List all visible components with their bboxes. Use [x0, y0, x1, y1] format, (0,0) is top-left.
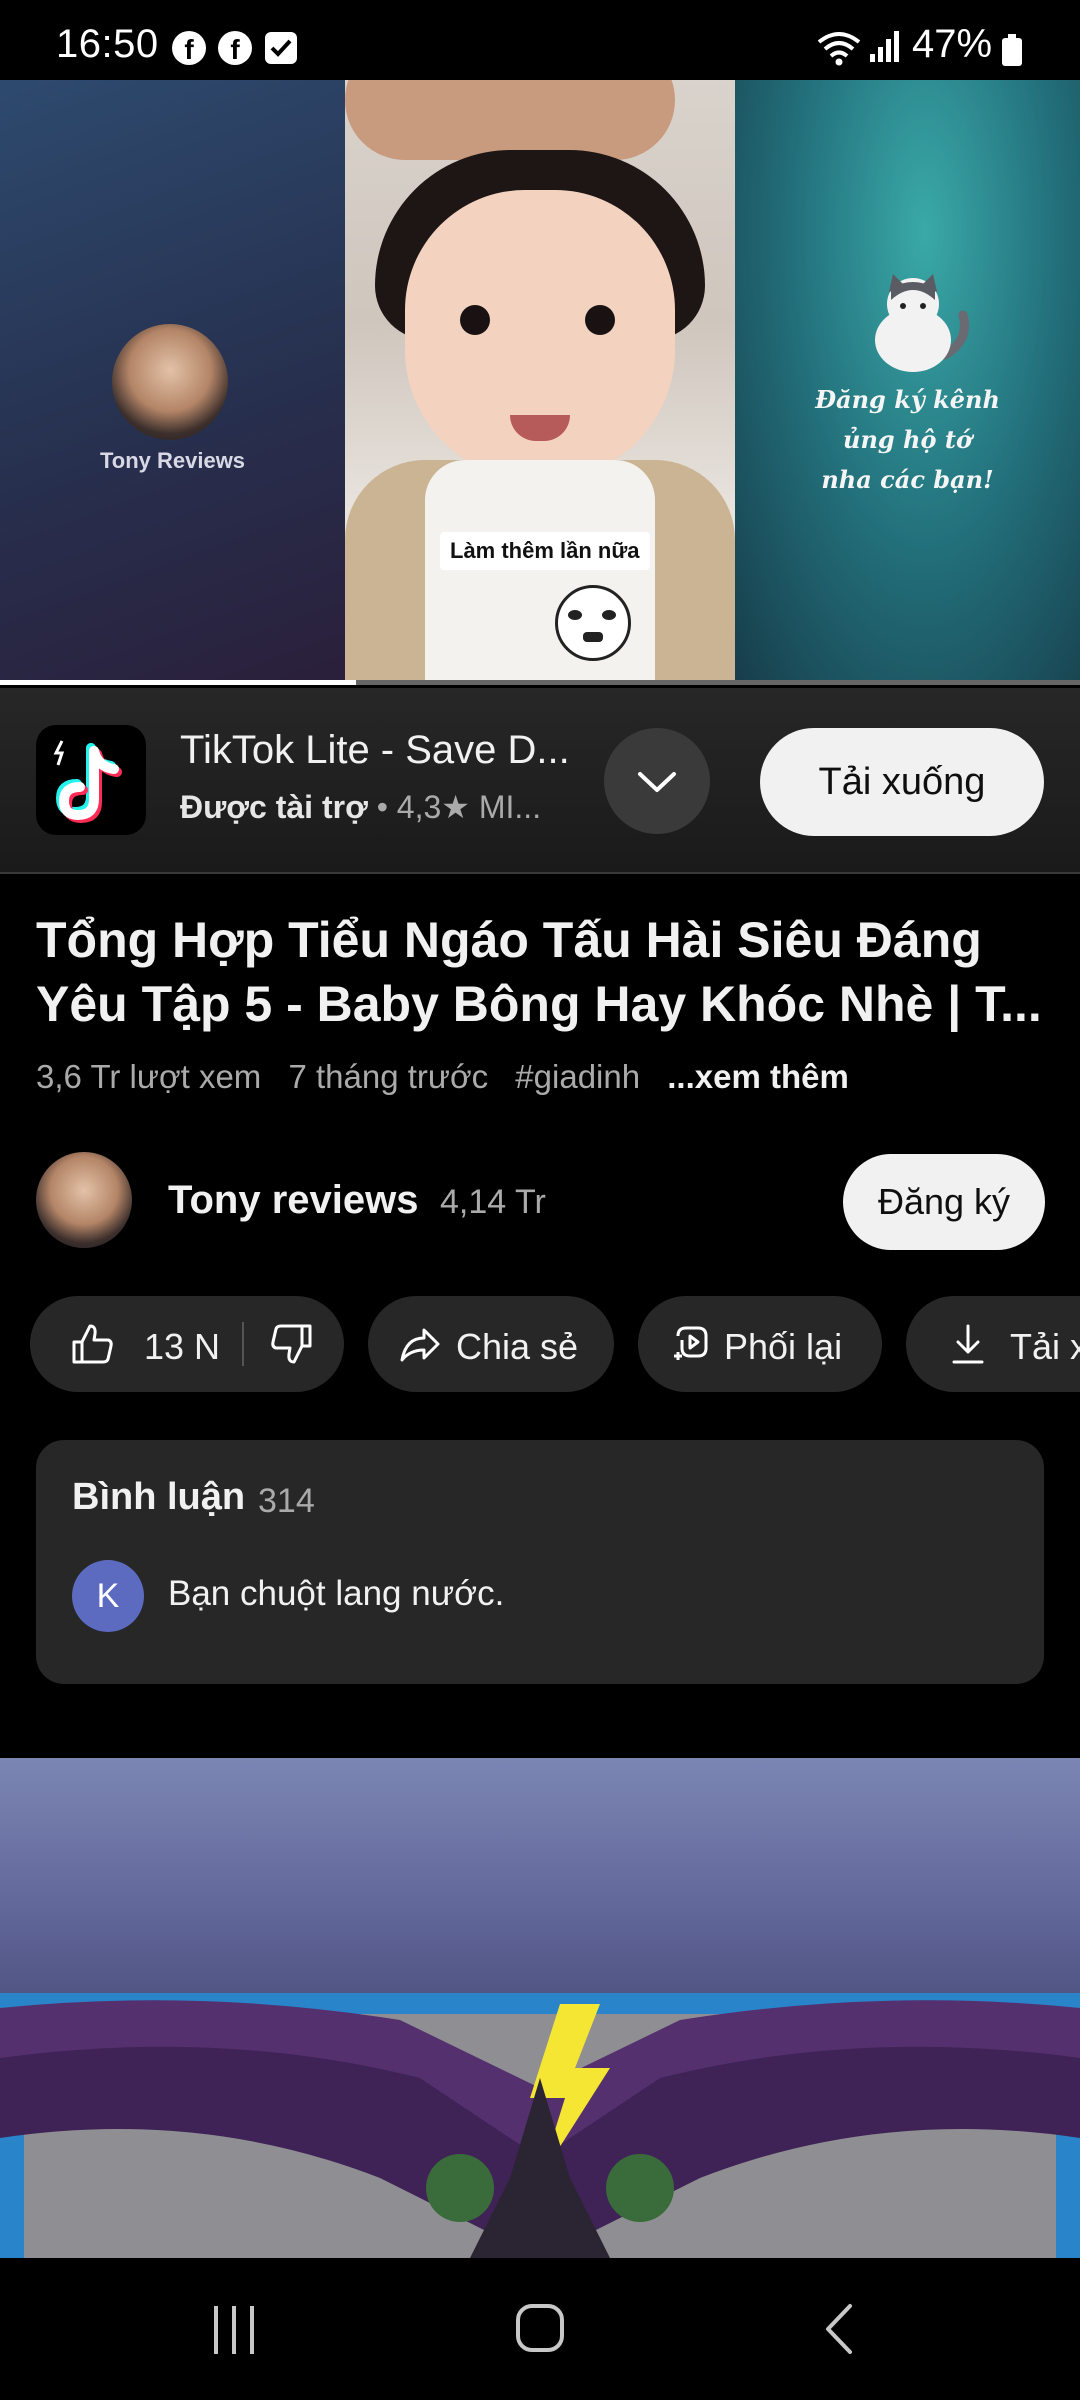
signal-icon [868, 28, 900, 69]
subscriber-count: 4,14 Tr [440, 1183, 546, 1221]
video-channel-label: Tony Reviews [99, 448, 246, 473]
subscribe-message-line-1: Đăng ký kênh [815, 385, 1000, 414]
share-button[interactable]: Chia sẻ [368, 1296, 614, 1392]
top-comment-text: Bạn chuột lang nước. [168, 1574, 505, 1613]
video-right-panel: Đăng ký kênh ủng hộ tớ nha các bạn! [735, 80, 1080, 685]
video-center-panel: Làm thêm lần nữa [345, 80, 735, 685]
hand-image [345, 80, 675, 160]
subscribe-button[interactable]: Đăng ký [843, 1154, 1045, 1250]
thumbs-down-icon [271, 1324, 312, 1364]
status-bar: 16:50 f f 47% [0, 0, 1080, 80]
video-meta[interactable]: 3,6 Tr lượt xem 7 tháng trước #giadinh .… [36, 1058, 867, 1096]
show-more-link[interactable]: ...xem thêm [667, 1058, 849, 1095]
subscribe-message-line-2: ủng hộ tớ [843, 425, 972, 454]
meta-separator: • [376, 789, 388, 825]
comments-count: 314 [258, 1482, 315, 1520]
like-button[interactable] [70, 1322, 114, 1375]
download-button[interactable]: Tải x [906, 1296, 1080, 1392]
progress-bar-fill [0, 680, 357, 685]
tiktok-app-icon[interactable] [36, 725, 146, 835]
battery-percent: 47% [912, 22, 993, 66]
download-ad-button[interactable]: Tải xuống [760, 728, 1044, 836]
home-button[interactable] [514, 2302, 566, 2359]
ad-rating: 4,3★ [396, 789, 470, 825]
status-time: 16:50 [56, 22, 159, 66]
divider [0, 872, 1080, 874]
ad-title[interactable]: TikTok Lite - Save D... [180, 728, 570, 773]
back-button[interactable] [820, 2302, 860, 2361]
like-count[interactable]: 13 N [144, 1326, 220, 1368]
download-label: Tải x [1010, 1326, 1080, 1367]
ad-meta: Được tài trợ • 4,3★ MI... [180, 788, 541, 826]
comments-section[interactable]: Bình luận 314 K Bạn chuột lang nước. [36, 1440, 1044, 1684]
ad-rating-extra: MI... [478, 789, 542, 825]
video-left-panel: Tony Reviews [0, 80, 345, 685]
channel-name[interactable]: Tony reviews [168, 1178, 418, 1223]
hashtag-link[interactable]: #giadinh [515, 1058, 640, 1095]
video-title[interactable]: Tổng Hợp Tiểu Ngáo Tấu Hài Siêu Đáng Yêu… [36, 908, 1046, 1036]
next-video-thumbnail[interactable] [0, 1758, 1080, 2258]
expand-ad-button[interactable] [604, 728, 710, 834]
wifi-icon [815, 28, 863, 71]
recent-apps-icon [214, 2306, 254, 2354]
chevron-down-icon [638, 772, 676, 792]
upload-age: 7 tháng trước [288, 1058, 489, 1095]
remix-label: Phối lại [724, 1326, 843, 1367]
download-icon [946, 1322, 990, 1375]
like-dislike-chip: 13 N [30, 1296, 344, 1392]
home-icon [516, 2304, 564, 2352]
remix-button[interactable]: Phối lại [638, 1296, 882, 1392]
cardigan-image [345, 460, 735, 685]
system-nav-bar [0, 2258, 1080, 2400]
check-box-icon [265, 32, 297, 64]
meme-sticker-image [555, 585, 631, 661]
share-icon [398, 1322, 442, 1375]
sponsored-label: Được tài trợ [180, 789, 368, 825]
sponsored-ad[interactable]: TikTok Lite - Save D... Được tài trợ • 4… [0, 688, 1080, 872]
video-caption: Làm thêm lần nữa [440, 532, 650, 570]
child-face-image [405, 190, 675, 480]
thumbs-up-icon [72, 1324, 113, 1364]
chip-divider [242, 1322, 244, 1366]
subscribe-message-line-3: nha các bạn! [821, 465, 994, 494]
remix-icon [668, 1322, 712, 1375]
facebook-icon: f [218, 31, 252, 65]
recent-apps-button[interactable] [210, 2304, 260, 2361]
channel-avatar[interactable] [36, 1152, 132, 1248]
dragon-artwork-image [0, 1993, 1080, 2258]
back-icon [826, 2304, 852, 2354]
dislike-button[interactable] [270, 1322, 314, 1375]
cat-icon [865, 270, 975, 385]
subscribe-message: Đăng ký kênh ủng hộ tớ nha các bạn! [735, 380, 1080, 500]
video-player[interactable]: Tony Reviews Làm thêm lần nữa Đăng ký kê… [0, 80, 1080, 685]
battery-icon [1002, 34, 1022, 71]
channel-avatar-large [112, 324, 228, 440]
facebook-icon: f [172, 31, 206, 65]
comments-title: Bình luận [72, 1476, 246, 1518]
commenter-avatar: K [72, 1560, 144, 1632]
view-count: 3,6 Tr lượt xem [36, 1058, 262, 1095]
share-label: Chia sẻ [456, 1326, 579, 1367]
